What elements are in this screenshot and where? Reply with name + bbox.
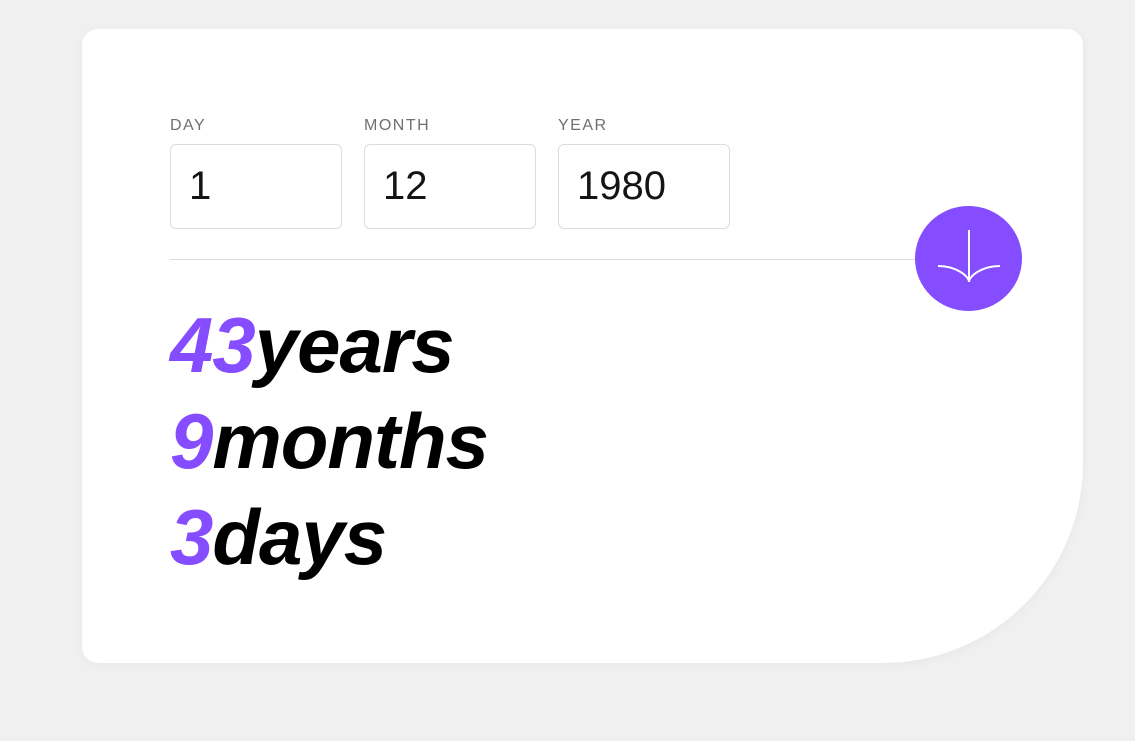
day-field: DAY [170,117,342,229]
year-input[interactable] [558,144,730,229]
years-unit: years [254,301,455,389]
month-input[interactable] [364,144,536,229]
years-value: 43 [170,301,256,389]
years-result: 43years [170,297,488,393]
months-value: 9 [170,397,213,485]
year-label: YEAR [558,117,608,134]
days-unit: days [212,493,387,581]
days-result: 3days [170,489,488,585]
age-calculator-card: DAY MONTH YEAR 43years 9months 3days [82,29,1083,663]
calculate-button[interactable] [915,206,1022,311]
day-label: DAY [170,117,207,134]
months-unit: months [212,397,489,485]
month-label: MONTH [364,117,431,134]
month-field: MONTH [364,117,536,229]
arrow-down-icon [937,229,1000,282]
date-input-group: DAY MONTH YEAR [170,117,730,229]
year-field: YEAR [558,117,730,229]
divider [170,259,1020,260]
days-value: 3 [170,493,213,581]
day-input[interactable] [170,144,342,229]
results: 43years 9months 3days [170,297,489,585]
months-result: 9months [170,393,489,489]
